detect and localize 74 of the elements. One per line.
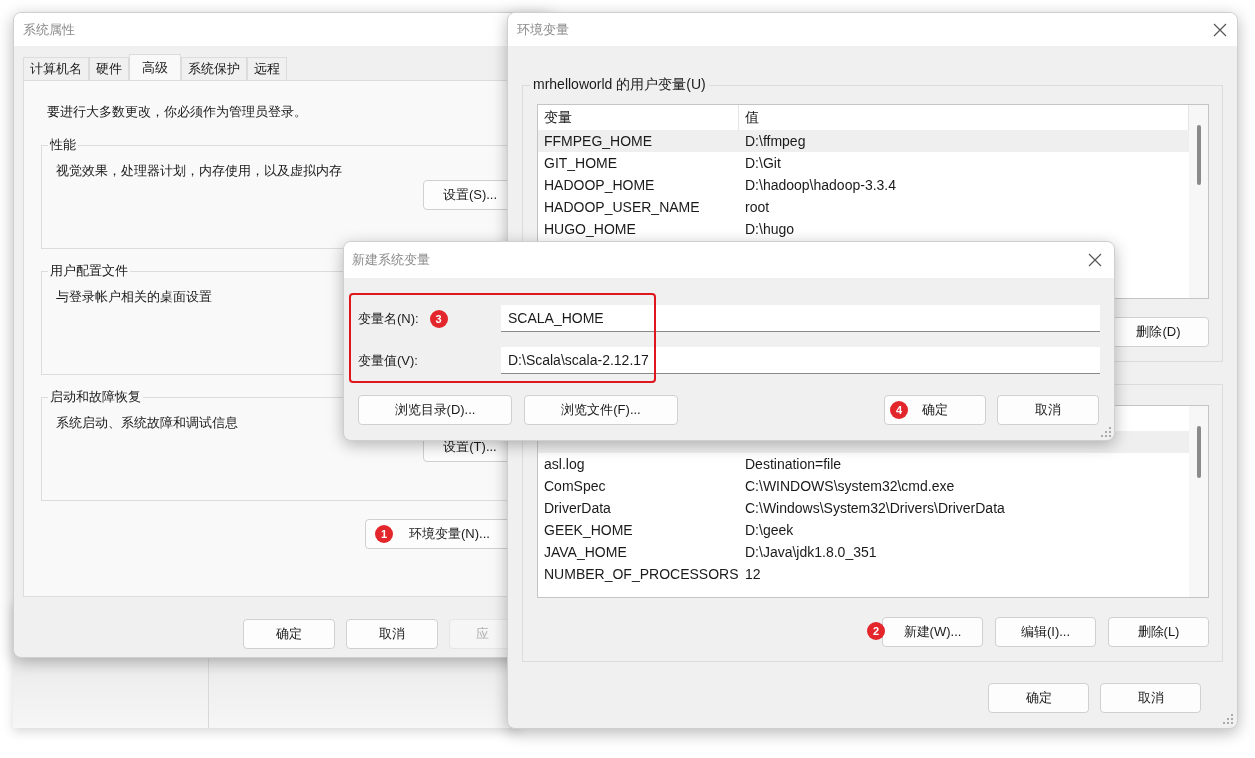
list-button[interactable]: 新建(W)... [882,617,983,647]
dialog-button[interactable]: 取消 [997,395,1099,425]
field-label: 变量名(N): [358,309,419,328]
dialog-button[interactable]: 4 确定 [884,395,986,425]
variable-row[interactable]: JAVA_HOME D:\Java\jdk1.8.0_351 [538,541,1189,563]
tab[interactable]: 系统保护 [181,57,247,80]
variable-name: GIT_HOME [543,155,619,171]
variable-name: FFMPEG_HOME [543,133,654,149]
variable-row[interactable]: GEEK_HOME D:\geek [538,519,1189,541]
step-badge: 4 [890,401,908,419]
variable-row[interactable]: DriverData C:\Windows\System32\Drivers\DriverData [538,497,1189,519]
group-title: mrhelloworld 的用户变量(U) [532,76,707,94]
list-button[interactable]: 删除(L) [1108,617,1209,647]
variable-value: D:\ffmpeg [744,133,806,149]
variable-row[interactable]: ComSpec C:\WINDOWS\system32\cmd.exe [538,475,1189,497]
variable-name: asl.log [543,456,586,472]
dialog-button[interactable]: 确定 [243,619,335,649]
window-title: 系统属性 [23,20,75,39]
variable-row[interactable]: HADOOP_USER_NAME root [538,196,1189,218]
field-label: 变量值(V): [358,351,418,370]
variable-value: Destination=file [744,456,842,472]
variable-value: D:\hugo [744,221,795,237]
window-title: 环境变量 [517,20,569,39]
variable-name: ComSpec [543,478,607,494]
group-description: 视觉效果，处理器计划，内存使用，以及虚拟内存 [56,162,342,180]
scrollbar[interactable] [1189,105,1208,298]
input-field[interactable]: SCALA_HOME [501,305,1100,332]
step-badge: 3 [429,309,448,328]
tab[interactable]: 硬件 [89,57,129,80]
input-field[interactable]: D:\Scala\scala-2.12.17 [501,347,1100,374]
tab[interactable]: 高级 [129,54,181,80]
variable-row[interactable]: HUGO_HOME D:\hugo [538,218,1189,240]
step-badge: 1 [375,525,393,543]
variable-value: D:\geek [744,522,794,538]
variable-name: JAVA_HOME [543,544,628,560]
variable-value: C:\WINDOWS\system32\cmd.exe [744,478,955,494]
variable-row[interactable]: NUMBER_OF_PROCESSORS 12 [538,563,1189,585]
variable-value: 12 [744,566,761,582]
group-title: 用户配置文件 [49,262,129,280]
variable-name: GEEK_HOME [543,522,634,538]
dialog-button[interactable]: 取消 [1100,683,1201,713]
resize-grip-icon[interactable] [1101,427,1111,437]
variable-row[interactable]: GIT_HOME D:\Git [538,152,1189,174]
variable-value: D:\hadoop\hadoop-3.3.4 [744,177,896,193]
group-description: 与登录帐户相关的桌面设置 [56,288,212,306]
variable-row[interactable]: FFMPEG_HOME D:\ffmpeg [538,130,1189,152]
variable-value: C:\Windows\System32\Drivers\DriverData [744,500,1005,516]
resize-grip-icon[interactable] [1223,714,1233,724]
variable-value: root [744,199,770,215]
tab[interactable]: 计算机名 [23,57,89,80]
variable-row[interactable]: HADOOP_HOME D:\hadoop\hadoop-3.3.4 [538,174,1189,196]
dialog-button[interactable]: 取消 [345,619,438,649]
list-button[interactable]: 编辑(I)... [995,617,1096,647]
variable-name: HADOOP_HOME [543,177,656,193]
variable-name: NUMBER_OF_PROCESSORS [543,566,739,582]
variable-name: DriverData [543,500,612,516]
close-icon[interactable] [1213,22,1227,37]
step-badge: 2 [867,622,885,640]
close-icon[interactable] [1088,253,1102,267]
variable-row[interactable]: asl.log Destination=file [538,453,1189,475]
group-title: 启动和故障恢复 [49,388,142,406]
group-title: 性能 [49,136,77,154]
browse-button[interactable]: 浏览文件(F)... [524,395,678,425]
variable-name: HUGO_HOME [543,221,637,237]
variable-name: HADOOP_USER_NAME [543,199,701,215]
window-title: 新建系统变量 [352,251,430,269]
variable-value: D:\Git [744,155,781,171]
tab[interactable]: 远程 [247,57,287,80]
scrollbar[interactable] [1189,406,1208,597]
browse-button[interactable]: 浏览目录(D)... [358,395,512,425]
admin-notice: 要进行大多数更改，你必须作为管理员登录。 [47,103,307,121]
dialog-button[interactable]: 确定 [988,683,1089,713]
group-description: 系统启动、系统故障和调试信息 [56,414,238,432]
variable-value: D:\Java\jdk1.8.0_351 [744,544,877,560]
